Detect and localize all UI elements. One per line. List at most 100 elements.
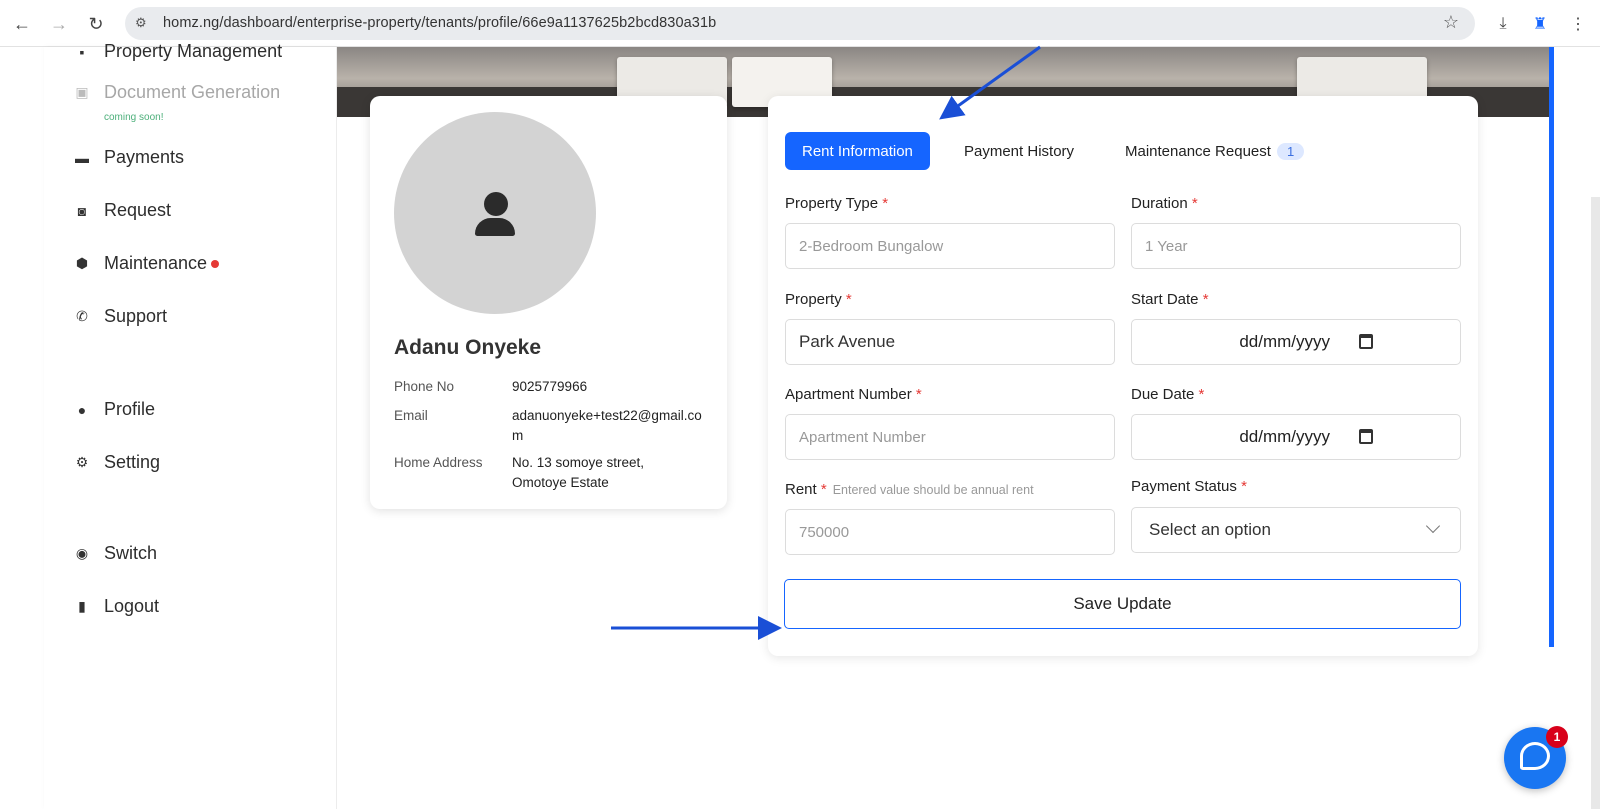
label-text: Payment Status [1131,478,1237,495]
sidebar-item-property-management[interactable]: ▪ Property Management [74,41,283,62]
label-text: Apartment Number [785,386,912,403]
rent-hint: Entered value should be annual rent [832,483,1034,497]
required-mark: * [820,481,827,498]
calendar-icon[interactable] [1359,429,1373,444]
start-date-label: Start Date * [1131,291,1209,308]
forward-arrow-icon[interactable]: → [47,12,71,36]
tab-payment-history[interactable]: Payment History [964,132,1074,170]
sidebar-item-label: Logout [104,596,160,616]
address-label: Home Address [394,455,483,470]
label-text: Property [785,291,842,308]
back-arrow-icon[interactable]: ← [10,12,34,36]
tab-rent-information[interactable]: Rent Information [785,132,930,170]
sidebar-item-request[interactable]: ◙ Request [74,200,171,221]
avatar [394,112,596,314]
calendar-icon[interactable] [1359,334,1373,349]
tenant-name: Adanu Onyeke [394,336,542,359]
url-text: homz.ng/dashboard/enterprise-property/te… [163,15,717,31]
sidebar-item-label: Switch [104,543,158,563]
chat-notification-badge: 1 [1546,726,1568,748]
required-mark: * [1202,291,1209,308]
due-date-label: Due Date * [1131,386,1204,403]
rent-form-card: Rent Information Payment History Mainten… [768,96,1478,656]
maintenance-icon: ⬢ [75,255,89,271]
address-value: No. 13 somoye street, Omotoye Estate [512,455,645,490]
phone-value: 9025779966 [512,379,588,394]
label-text: Due Date [1131,386,1195,403]
extension-icon[interactable]: ♜ [1528,12,1552,36]
rent-label: Rent * Entered value should be annual ren… [785,481,1034,498]
tenant-profile-card: Adanu Onyeke Phone No 9025779966 Email a… [370,96,727,509]
scrollbar[interactable] [1591,197,1600,809]
sidebar-item-label: Setting [104,452,161,472]
payment-status-label: Payment Status * [1131,478,1247,495]
save-update-button[interactable]: Save Update [784,579,1461,629]
required-mark: * [1198,386,1205,403]
required-mark: * [1241,478,1247,495]
sidebar-item-label: Maintenance [104,253,208,273]
rent-field[interactable]: 750000 [785,509,1115,555]
label-text: Rent [785,481,817,498]
site-settings-icon[interactable]: ⚙ [135,15,153,33]
email-label: Email [394,408,428,423]
card-icon: ▬ [75,149,89,166]
gear-icon: ⚙ [75,454,89,470]
notification-dot [211,259,220,268]
bookmark-star-icon[interactable]: ☆ [1443,12,1459,33]
address-bar[interactable]: ⚙ homz.ng/dashboard/enterprise-property/… [125,7,1475,40]
reload-icon[interactable]: ↻ [84,12,108,36]
sidebar: ▪ Property Management ▣ Document Generat… [44,41,337,809]
property-type-field[interactable]: 2-Bedroom Bungalow [785,223,1115,269]
main-content: Adanu Onyeke Phone No 9025779966 Email a… [337,47,1600,809]
building-icon: ▪ [79,43,85,60]
sidebar-item-logout[interactable]: ▮ Logout [74,596,159,617]
apartment-number-label: Apartment Number * [785,386,922,403]
property-type-label: Property Type * [785,195,888,212]
start-date-field[interactable]: dd/mm/yyyy [1131,319,1461,365]
select-value: Select an option [1149,520,1271,539]
duration-field[interactable]: 1 Year [1131,223,1461,269]
user-avatar-icon [484,192,508,216]
user-icon: ● [77,401,87,418]
tab-label: Maintenance Request [1125,142,1271,160]
phone-icon: ✆ [76,308,88,324]
request-icon: ◙ [77,202,87,219]
apartment-number-field[interactable]: Apartment Number [785,414,1115,460]
label-text: Start Date [1131,291,1199,308]
sidebar-item-support[interactable]: ✆ Support [74,306,167,327]
due-date-field[interactable]: dd/mm/yyyy [1131,414,1461,460]
chat-bubble-icon [1520,742,1550,770]
sidebar-item-profile[interactable]: ● Profile [74,399,155,420]
required-mark: * [882,195,889,212]
sidebar-item-label: Request [104,200,172,220]
email-value: adanuonyeke+test22@gmail.com [512,408,702,443]
sidebar-item-switch[interactable]: ◉ Switch [74,543,157,564]
sidebar-item-label: Document Generation [104,82,281,102]
sidebar-item-maintenance[interactable]: ⬢ Maintenance [74,253,220,274]
browser-toolbar: ← → ↻ ⚙ homz.ng/dashboard/enterprise-pro… [0,0,1600,47]
payment-status-select[interactable]: Select an option [1131,507,1461,553]
date-placeholder: dd/mm/yyyy [1239,427,1330,446]
date-placeholder: dd/mm/yyyy [1239,332,1330,351]
sidebar-item-label: Profile [104,399,156,419]
required-mark: * [1191,195,1198,212]
sidebar-item-document-generation: ▣ Document Generation [74,82,280,103]
phone-label: Phone No [394,379,455,394]
sidebar-item-label: Support [104,306,168,326]
switch-icon: ◉ [75,545,89,561]
sidebar-item-label: Property Management [104,41,283,61]
download-icon[interactable]: ⤓ [1491,12,1515,36]
property-field[interactable]: Park Avenue [785,319,1115,365]
property-label: Property * [785,291,852,308]
tab-maintenance-request[interactable]: Maintenance Request 1 [1125,132,1305,170]
chevron-down-icon [1425,518,1441,534]
duration-label: Duration * [1131,195,1198,212]
required-mark: * [845,291,852,308]
menu-kebab-icon[interactable]: ⋮ [1566,12,1590,36]
sidebar-item-payments[interactable]: ▬ Payments [74,147,184,168]
sidebar-item-label: Payments [104,147,185,167]
required-mark: * [915,386,922,403]
label-text: Property Type [785,195,879,212]
sidebar-item-setting[interactable]: ⚙ Setting [74,452,160,473]
count-badge: 1 [1276,142,1305,160]
